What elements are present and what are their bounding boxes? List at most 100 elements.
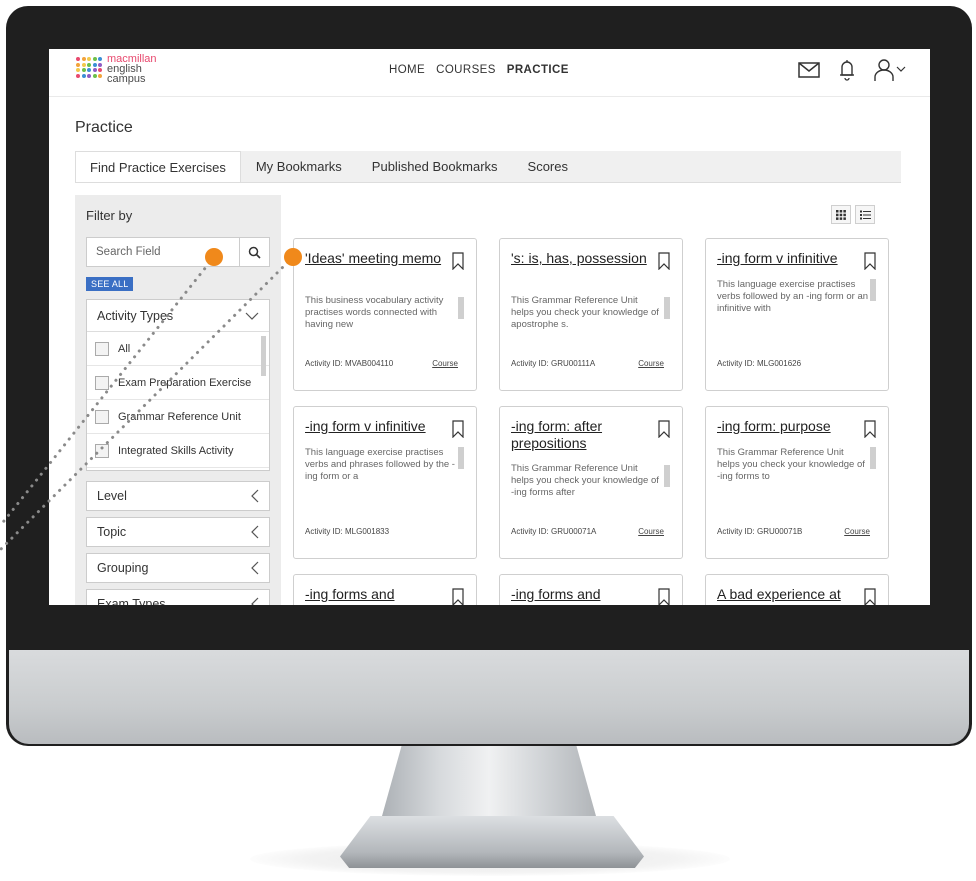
- card-title[interactable]: -ing forms and: [305, 586, 445, 603]
- exercise-card[interactable]: -ing form v infinitive This language exe…: [293, 406, 477, 559]
- card-title[interactable]: -ing form: after prepositions: [511, 418, 651, 452]
- chevron-left-icon: [251, 489, 259, 503]
- bookmark-icon[interactable]: [864, 420, 876, 438]
- activity-types-header[interactable]: Activity Types: [87, 300, 269, 332]
- course-link[interactable]: Course: [432, 359, 458, 368]
- header-icons: [798, 58, 908, 87]
- monitor-chin: [9, 650, 969, 744]
- card-title[interactable]: -ing form: purpose: [717, 418, 857, 435]
- main-nav: HOME COURSES PRACTICE: [389, 64, 569, 76]
- exercise-card[interactable]: 'Ideas' meeting memo This business vocab…: [293, 238, 477, 391]
- tab-find-practice-exercises[interactable]: Find Practice Exercises: [75, 151, 241, 182]
- exercise-card[interactable]: -ing forms and: [293, 574, 477, 605]
- activity-id: Activity ID: MVAB004110: [305, 359, 394, 368]
- filter-sidebar: Filter by SEE ALL Activity Types All Exa…: [75, 195, 281, 605]
- checkbox[interactable]: [95, 443, 109, 458]
- card-title[interactable]: 's: is, has, possession: [511, 250, 651, 267]
- grid-view-icon: [836, 209, 846, 220]
- chevron-left-icon: [251, 525, 259, 539]
- bookmark-icon[interactable]: [864, 588, 876, 605]
- card-title[interactable]: 'Ideas' meeting memo: [305, 250, 445, 267]
- exercise-card[interactable]: 's: is, has, possession This Grammar Ref…: [499, 238, 683, 391]
- card-description: This Grammar Reference Unit helps you ch…: [511, 463, 659, 498]
- logo-text-line3: campus: [107, 73, 146, 85]
- card-scrollbar[interactable]: [870, 279, 876, 301]
- search-icon: [248, 246, 261, 259]
- checkbox[interactable]: [95, 341, 109, 356]
- course-link[interactable]: Course: [844, 527, 870, 536]
- exercise-card[interactable]: A bad experience at: [705, 574, 889, 605]
- activity-id: Activity ID: GRU00071A: [511, 527, 597, 536]
- bookmark-icon[interactable]: [864, 252, 876, 270]
- chevron-left-icon: [251, 561, 259, 575]
- bookmark-icon[interactable]: [452, 420, 464, 438]
- activity-type-option[interactable]: Exam Preparation Exercise: [87, 366, 269, 400]
- grid-view-button[interactable]: [831, 205, 851, 224]
- activity-id: Activity ID: GRU00071B: [717, 527, 803, 536]
- exercise-card[interactable]: -ing form: after prepositions This Gramm…: [499, 406, 683, 559]
- nav-home[interactable]: HOME: [389, 64, 425, 76]
- filter-topic[interactable]: Topic: [86, 517, 270, 547]
- chevron-left-icon: [251, 597, 259, 605]
- filter-grouping[interactable]: Grouping: [86, 553, 270, 583]
- activity-type-option[interactable]: Grammar Reference Unit: [87, 400, 269, 434]
- card-description: This language exercise practises verbs a…: [305, 447, 455, 482]
- card-title[interactable]: -ing forms and: [511, 586, 651, 603]
- card-title[interactable]: -ing form v infinitive: [717, 250, 867, 267]
- see-all-button[interactable]: SEE ALL: [86, 277, 134, 291]
- bookmark-icon[interactable]: [658, 252, 670, 270]
- logo[interactable]: macmillan english campus: [76, 54, 157, 85]
- activity-types-scrollbar[interactable]: [261, 336, 266, 376]
- card-description: This Grammar Reference Unit helps you ch…: [717, 447, 865, 482]
- monitor-stand: [379, 742, 599, 824]
- activity-types-list: All Exam Preparation Exercise Grammar Re…: [87, 332, 269, 470]
- tab-scores[interactable]: Scores: [513, 151, 583, 182]
- checkbox[interactable]: [95, 375, 109, 390]
- filter-level-label: Level: [97, 489, 127, 503]
- card-title[interactable]: -ing form v infinitive: [305, 418, 455, 435]
- search-input[interactable]: [87, 238, 239, 266]
- exercise-card[interactable]: -ing forms and: [499, 574, 683, 605]
- card-scrollbar[interactable]: [664, 465, 670, 487]
- checkbox[interactable]: [95, 409, 109, 424]
- list-view-button[interactable]: [855, 205, 875, 224]
- top-header: macmillan english campus HOME COURSES PR…: [49, 49, 930, 97]
- filter-grouping-label: Grouping: [97, 561, 149, 575]
- card-scrollbar[interactable]: [870, 447, 876, 469]
- bookmark-icon[interactable]: [658, 420, 670, 438]
- mail-icon[interactable]: [798, 62, 820, 83]
- card-title[interactable]: A bad experience at: [717, 586, 867, 603]
- activity-type-label: All: [118, 342, 131, 355]
- tab-published-bookmarks[interactable]: Published Bookmarks: [357, 151, 513, 182]
- filter-exam-types-label: Exam Types: [97, 597, 166, 605]
- view-toggle: [831, 205, 875, 224]
- filter-level[interactable]: Level: [86, 481, 270, 511]
- nav-courses[interactable]: COURSES: [436, 64, 496, 76]
- exercise-card[interactable]: -ing form v infinitive This language exe…: [705, 238, 889, 391]
- search-button[interactable]: [239, 238, 269, 266]
- activity-type-option[interactable]: All: [87, 332, 269, 366]
- filter-exam-types[interactable]: Exam Types: [86, 589, 270, 605]
- filter-topic-label: Topic: [97, 525, 127, 539]
- course-link[interactable]: Course: [638, 527, 664, 536]
- list-view-icon: [859, 210, 871, 219]
- tab-my-bookmarks[interactable]: My Bookmarks: [241, 151, 357, 182]
- tab-bar: Find Practice Exercises My Bookmarks Pub…: [75, 151, 901, 183]
- nav-practice[interactable]: PRACTICE: [507, 64, 569, 76]
- page-title: Practice: [75, 119, 133, 136]
- card-scrollbar[interactable]: [664, 297, 670, 319]
- activity-type-option[interactable]: Integrated Skills Activity: [87, 434, 269, 468]
- user-icon[interactable]: [874, 58, 908, 87]
- card-description: This Grammar Reference Unit helps you ch…: [511, 295, 659, 330]
- course-link[interactable]: Course: [638, 359, 664, 368]
- filter-title: Filter by: [86, 208, 133, 223]
- bookmark-icon[interactable]: [658, 588, 670, 605]
- exercise-card[interactable]: -ing form: purpose This Grammar Referenc…: [705, 406, 889, 559]
- card-scrollbar[interactable]: [458, 297, 464, 319]
- bookmark-icon[interactable]: [452, 252, 464, 270]
- activity-types-accordion: Activity Types All Exam Preparation Exer…: [86, 299, 270, 471]
- bookmark-icon[interactable]: [452, 588, 464, 605]
- activity-type-label: Integrated Skills Activity: [118, 444, 234, 457]
- card-scrollbar[interactable]: [458, 447, 464, 469]
- bell-icon[interactable]: [838, 59, 856, 86]
